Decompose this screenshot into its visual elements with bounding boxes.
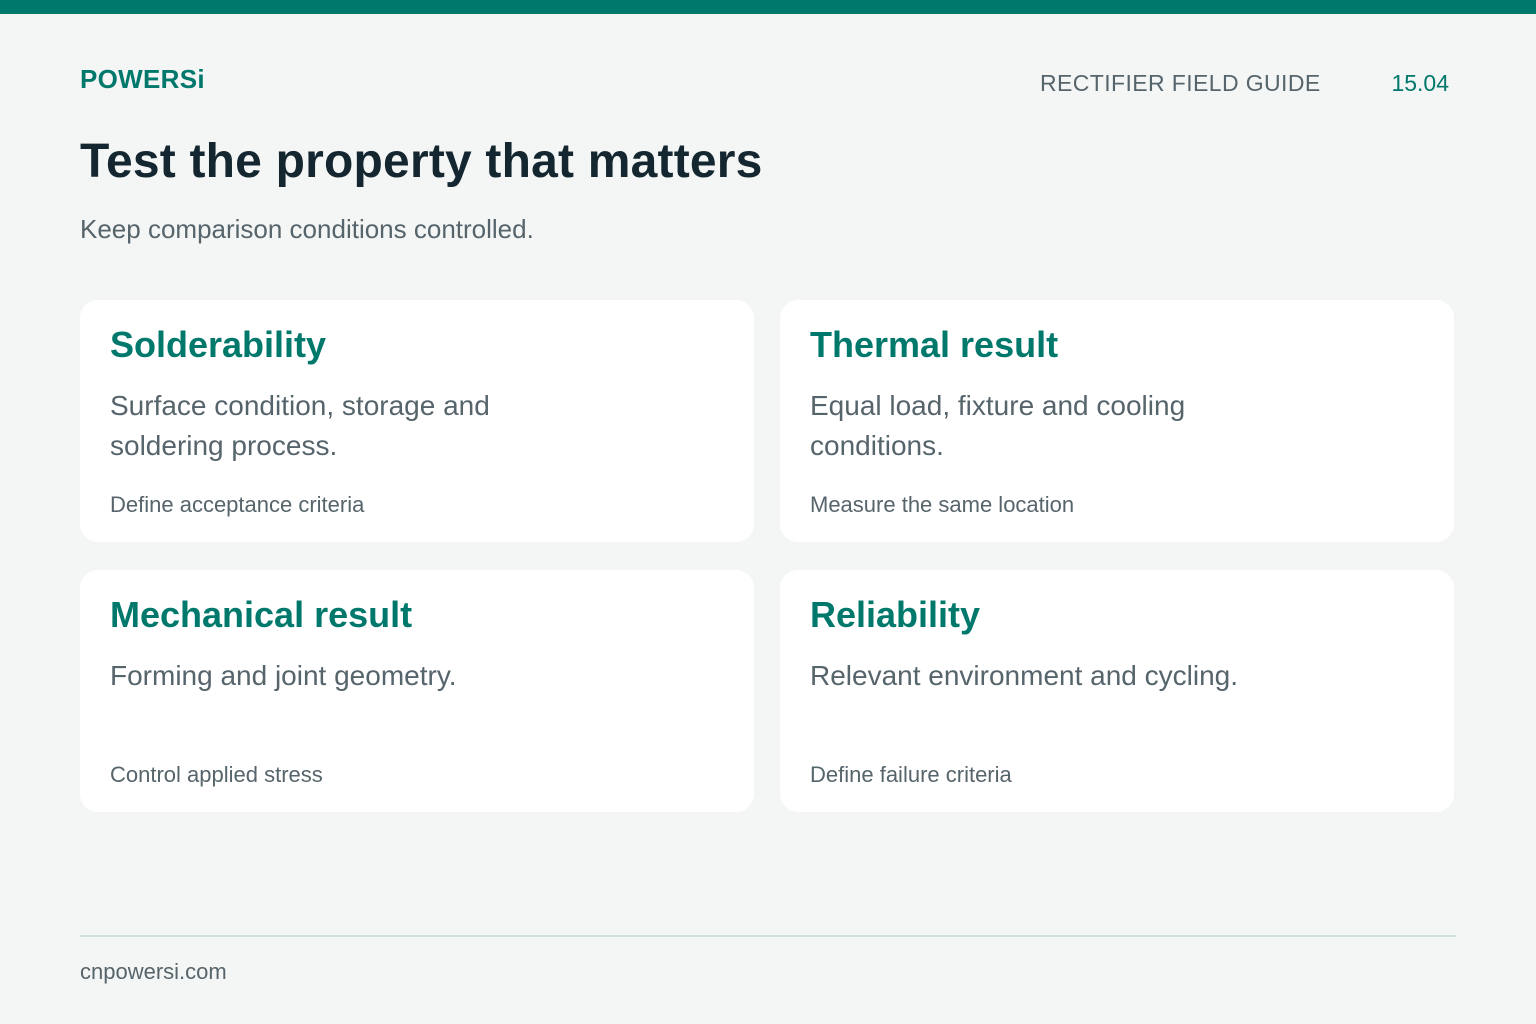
card-thermal-result: Thermal result Equal load, fixture and c… [780,300,1454,542]
card-description: Relevant environment and cycling. [810,660,1239,691]
footer-divider [80,935,1456,937]
card-description: Equal load, fixture and cooling conditio… [810,390,1186,461]
card-solderability: Solderability Surface condition, storage… [80,300,754,542]
card-grid: Solderability Surface condition, storage… [80,300,1454,812]
footer-website: cnpowersi.com [80,959,227,984]
page-title: Test the property that matters [80,135,763,188]
card-note: Measure the same location [810,492,1075,517]
card-mechanical-result: Mechanical result Forming and joint geom… [80,570,754,812]
card-title: Reliability [810,594,981,635]
card-title: Solderability [110,324,327,365]
card-note: Define failure criteria [810,762,1012,787]
card-title: Thermal result [810,324,1059,365]
card-note: Define acceptance criteria [110,492,365,517]
card-description: Surface condition, storage and soldering… [110,390,490,461]
guide-title: RECTIFIER FIELD GUIDE [1040,70,1321,96]
page-subtitle: Keep comparison conditions controlled. [80,214,534,244]
top-accent-bar [0,0,1536,14]
card-reliability: Reliability Relevant environment and cyc… [780,570,1454,812]
card-title: Mechanical result [110,594,413,635]
card-description: Forming and joint geometry. [110,660,457,691]
brand-logo: POWERSi [80,64,205,94]
card-note: Control applied stress [110,762,323,787]
page-number: 15.04 [1391,70,1449,96]
